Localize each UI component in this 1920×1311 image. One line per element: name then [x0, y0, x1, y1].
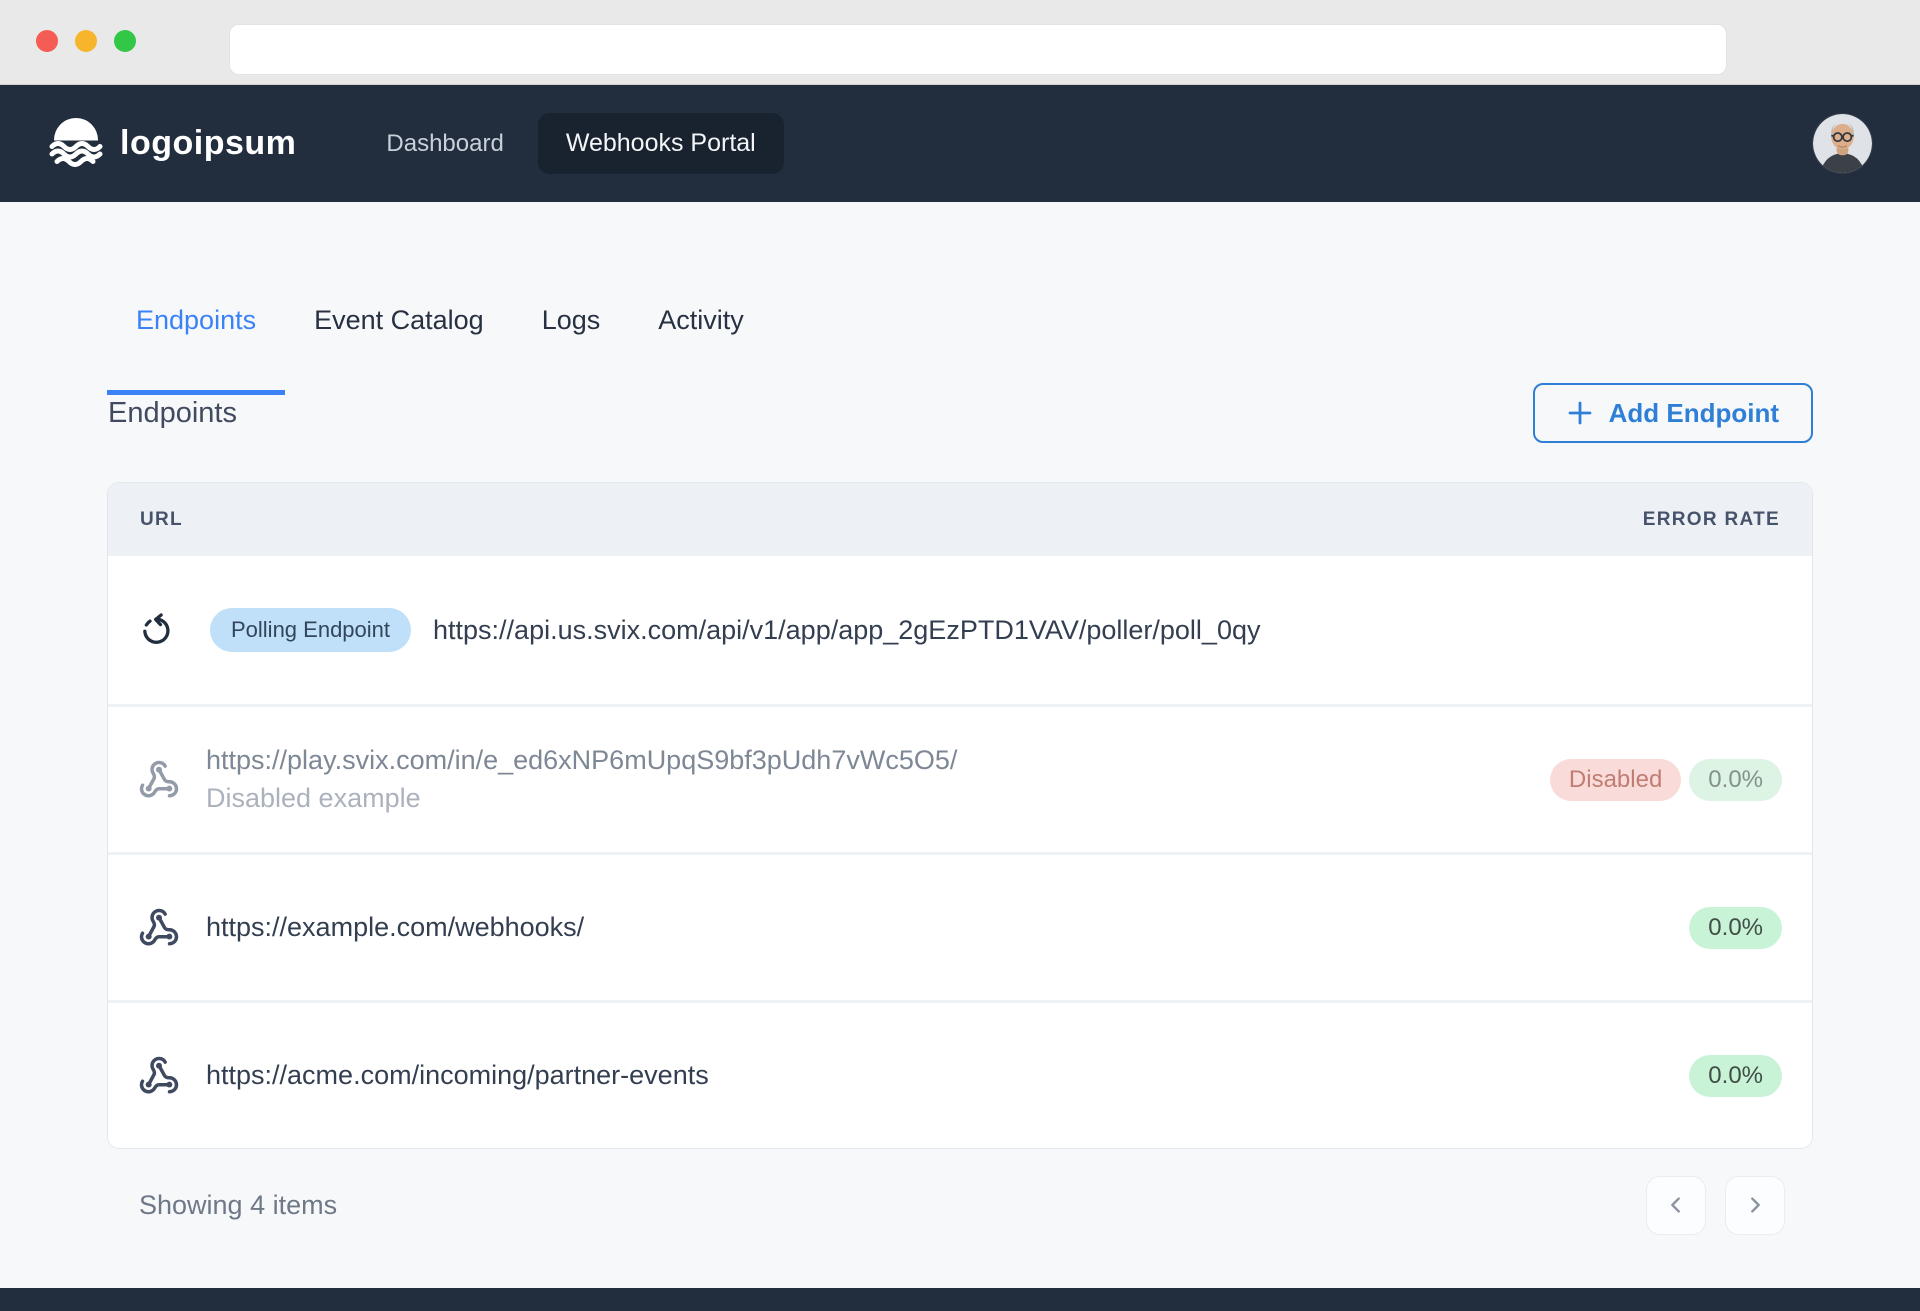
column-header-url: URL: [140, 509, 183, 531]
main-content: Endpoints Event Catalog Logs Activity En…: [0, 202, 1920, 1288]
table-header: URL ERROR RATE: [108, 483, 1812, 556]
endpoint-url: https://example.com/webhooks/: [206, 912, 584, 943]
nav-item-dashboard[interactable]: Dashboard: [356, 114, 533, 174]
tab-logs[interactable]: Logs: [513, 300, 630, 395]
plus-icon: [1567, 400, 1593, 426]
next-page-button[interactable]: [1725, 1176, 1785, 1235]
app-header: logoipsum Dashboard Webhooks Portal: [0, 85, 1920, 202]
address-bar-input[interactable]: [229, 24, 1727, 75]
row-status-badges: 0.0%: [1689, 1055, 1782, 1097]
webhook-icon: [138, 907, 180, 949]
endpoint-url-block: https://play.svix.com/in/e_ed6xNP6mUpqS9…: [206, 745, 957, 814]
chevron-left-icon: [1665, 1194, 1687, 1216]
polling-endpoint-badge: Polling Endpoint: [210, 608, 411, 652]
table-row-example-endpoint[interactable]: https://example.com/webhooks/ 0.0%: [108, 852, 1812, 1000]
error-rate-badge: 0.0%: [1689, 907, 1782, 949]
portal-tabs: Endpoints Event Catalog Logs Activity: [107, 202, 1813, 395]
logo: logoipsum: [48, 117, 296, 171]
items-count-summary: Showing 4 items: [139, 1190, 337, 1221]
tab-activity[interactable]: Activity: [629, 300, 773, 395]
logoipsum-wave-icon: [48, 117, 104, 171]
table-row-disabled-endpoint[interactable]: https://play.svix.com/in/e_ed6xNP6mUpqS9…: [108, 704, 1812, 852]
table-row-polling-endpoint[interactable]: Polling Endpoint https://api.us.svix.com…: [108, 556, 1812, 704]
pagination: [1646, 1176, 1785, 1235]
window-bottom-edge: [0, 1288, 1920, 1311]
column-header-error-rate: ERROR RATE: [1643, 509, 1780, 531]
close-window-button[interactable]: [36, 30, 58, 52]
disabled-status-badge: Disabled: [1550, 759, 1681, 801]
add-endpoint-button[interactable]: Add Endpoint: [1533, 383, 1813, 443]
browser-chrome: [0, 0, 1920, 85]
endpoints-table: URL ERROR RATE Polling Endpoint https://…: [107, 482, 1813, 1149]
tab-event-catalog[interactable]: Event Catalog: [285, 300, 513, 395]
logo-text: logoipsum: [120, 124, 296, 163]
chevron-right-icon: [1744, 1194, 1766, 1216]
endpoint-url: https://play.svix.com/in/e_ed6xNP6mUpqS9…: [206, 745, 957, 776]
avatar-photo: [1813, 114, 1872, 173]
polling-rotate-icon: [138, 612, 174, 648]
minimize-window-button[interactable]: [75, 30, 97, 52]
add-endpoint-label: Add Endpoint: [1609, 398, 1779, 429]
row-status-badges: 0.0%: [1689, 907, 1782, 949]
endpoint-description: Disabled example: [206, 783, 957, 814]
user-avatar[interactable]: [1813, 114, 1872, 173]
endpoint-url: https://api.us.svix.com/api/v1/app/app_2…: [433, 615, 1260, 646]
main-nav: Dashboard Webhooks Portal: [356, 113, 783, 174]
previous-page-button[interactable]: [1646, 1176, 1706, 1235]
nav-item-webhooks-portal[interactable]: Webhooks Portal: [538, 113, 784, 174]
error-rate-badge: 0.0%: [1689, 1055, 1782, 1097]
error-rate-badge: 0.0%: [1689, 759, 1782, 801]
table-footer: Showing 4 items: [107, 1175, 1813, 1235]
endpoint-url: https://acme.com/incoming/partner-events: [206, 1060, 709, 1091]
table-row-acme-endpoint[interactable]: https://acme.com/incoming/partner-events…: [108, 1000, 1812, 1148]
maximize-window-button[interactable]: [114, 30, 136, 52]
page-title: Endpoints: [107, 397, 237, 430]
window-controls: [36, 30, 136, 52]
webhook-icon: [138, 1055, 180, 1097]
tab-endpoints[interactable]: Endpoints: [107, 300, 285, 395]
row-status-badges: Disabled 0.0%: [1550, 759, 1782, 801]
webhook-icon: [138, 759, 180, 801]
